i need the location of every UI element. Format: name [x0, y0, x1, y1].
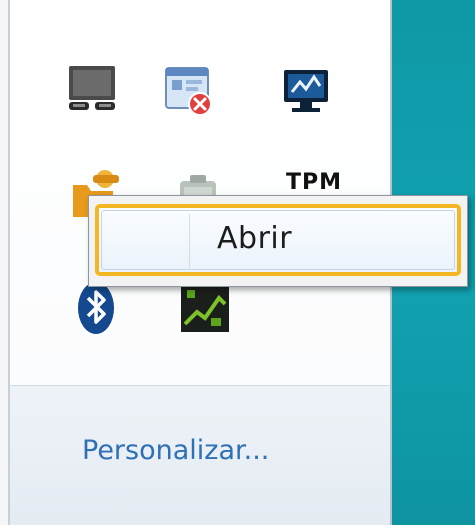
security-app-icon[interactable] [175, 278, 235, 338]
context-menu: Abrir [88, 195, 468, 287]
screen: TPM Personalizar... Abrir [0, 0, 475, 525]
menu-item-open[interactable]: Abrir [95, 204, 461, 276]
menu-item-open-label: Abrir [217, 221, 293, 256]
tray-icon-area: TPM [10, 0, 390, 385]
network-monitor-icon[interactable] [278, 62, 338, 122]
action-center-error-icon[interactable] [160, 62, 220, 122]
menu-gutter-divider [189, 214, 190, 270]
customize-link[interactable]: Personalizar... [82, 435, 269, 466]
tpm-icon[interactable]: TPM [286, 170, 342, 195]
display-device-icon[interactable] [65, 62, 125, 122]
bluetooth-icon[interactable] [72, 278, 132, 338]
